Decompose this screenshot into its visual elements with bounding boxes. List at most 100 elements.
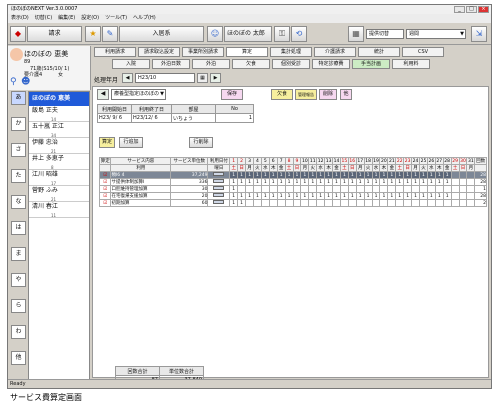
tab-top-1[interactable]: 請求取込設定 [138,47,180,57]
day-header[interactable]: 23 [403,157,413,165]
day-cell[interactable] [237,185,247,193]
day-cell[interactable]: 1 [411,178,420,186]
menu-settings[interactable]: 設定(O) [81,15,99,21]
day-cell[interactable] [316,199,326,207]
day-cell[interactable]: 1 [324,171,334,179]
day-cell[interactable] [426,185,436,193]
day-cell[interactable]: 1 [332,171,341,179]
day-cell[interactable]: 1 [276,192,286,200]
day-cell[interactable]: 1 [276,171,286,179]
day-cell[interactable]: 1 [332,178,341,186]
day-header[interactable]: 5 [260,157,270,165]
day-header[interactable]: 14 [332,157,341,165]
list-item[interactable]: 菅野 ふみ 21 [29,186,89,202]
close-button[interactable]: × [478,6,489,13]
day-cell[interactable]: 1 [371,171,381,179]
day-cell[interactable]: 1 [292,171,302,179]
day-cell[interactable] [379,199,389,207]
add-row-button[interactable]: 行追加 [119,137,143,148]
day-cell[interactable]: 1 [276,178,286,186]
day-cell[interactable]: 1 [237,178,247,186]
day-cell[interactable]: 1 [403,171,413,179]
day-cell[interactable]: 1 [419,178,428,186]
day-cell[interactable] [403,185,413,193]
day-cell[interactable] [300,185,310,193]
day-cell[interactable] [332,185,341,193]
day-cell[interactable] [260,199,270,207]
star-icon[interactable]: ★ [85,26,101,42]
santei-checkbox[interactable]: ☑ [98,185,112,193]
day-cell[interactable]: 1 [379,178,389,186]
day-header[interactable]: 8 [284,157,294,165]
day-cell[interactable]: 1 [347,178,357,186]
day-cell[interactable] [387,199,397,207]
refresh-icon[interactable]: ⟲ [291,26,307,42]
day-bar-cell[interactable] [207,185,231,193]
service-name[interactable]: サ提供体制加算Ⅰ [110,178,172,186]
office-select[interactable]: 週間 ▼ [406,29,466,39]
day-header[interactable]: 26 [426,157,436,165]
day-cell[interactable] [450,192,460,200]
tab-top-6[interactable]: 統計 [358,47,400,57]
day-header[interactable]: 2 [237,157,247,165]
kana-button-4[interactable]: な [11,195,26,209]
day-cell[interactable]: 1 [252,171,262,179]
day-cell[interactable]: 1 [371,192,381,200]
day-bar-cell[interactable] [207,178,231,186]
day-cell[interactable]: 1 [324,178,334,186]
tab-sub-3[interactable]: 欠食 [232,59,270,69]
save-button[interactable]: 保存 [221,89,243,100]
day-cell[interactable]: 1 [371,178,381,186]
day-header[interactable]: 16 [347,157,357,165]
day-cell[interactable]: 1 [387,192,397,200]
day-cell[interactable] [442,185,452,193]
day-cell[interactable]: 1 [229,178,239,186]
day-cell[interactable]: 1 [229,192,239,200]
table-row[interactable]: ☑ 在宅復帰支援加算 20 1 1 1 1 1 1 1 1 1 1 1 1 1 1 1 1 1 1 1 1 1 1 1 1 1 1 1 1 2… [98,192,487,200]
back-icon[interactable]: ◆ [10,26,26,42]
day-cell[interactable] [450,171,460,179]
kana-button-7[interactable]: や [11,273,26,287]
day-cell[interactable]: 1 [347,171,357,179]
tab-top-7[interactable]: CSV [402,47,444,57]
minimize-button[interactable]: _ [454,6,465,13]
santei-checkbox[interactable]: ☑ [98,192,112,200]
day-header[interactable]: 12 [316,157,326,165]
day-cell[interactable] [363,185,373,193]
day-cell[interactable]: 1 [395,178,405,186]
day-cell[interactable] [260,185,270,193]
day-cell[interactable] [347,185,357,193]
table-row[interactable]: ☑ サ提供体制加算Ⅰ 336 1 1 1 1 1 1 1 1 1 1 1 1 1 1 1 1 1 1 1 1 1 1 1 1 1 1 1 1… [98,178,487,186]
day-cell[interactable]: 1 [308,178,318,186]
day-cell[interactable] [434,199,444,207]
day-header[interactable]: 17 [355,157,365,165]
day-cell[interactable] [371,185,381,193]
tab-top-0[interactable]: 利用請求 [94,47,136,57]
day-header[interactable]: 19 [371,157,381,165]
menu-edit[interactable]: 編集(E) [58,15,75,21]
tab-sub-5[interactable]: 特定診療費 [312,59,350,69]
day-cell[interactable] [355,185,365,193]
day-cell[interactable]: 1 [419,192,428,200]
day-header[interactable]: 11 [308,157,318,165]
day-cell[interactable] [458,178,468,186]
period-no[interactable]: 1 [215,113,254,123]
day-cell[interactable] [466,192,476,200]
tab-sub-0[interactable]: 入院 [112,59,150,69]
day-cell[interactable]: 1 [411,171,420,179]
day-cell[interactable]: 1 [363,171,373,179]
list-item[interactable]: 伊藤 忠治 21 [29,138,89,154]
day-cell[interactable]: 1 [245,192,254,200]
day-cell[interactable] [339,199,349,207]
day-cell[interactable] [324,199,334,207]
tab-top-4[interactable]: 集計処理 [270,47,312,57]
tab-sub-2[interactable]: 外泊 [192,59,230,69]
table-row[interactable]: ☑ 類Ⅰ6 4 37,249 1 1 1 1 1 1 1 1 1 1 1 1 1 1 1 1 1 1 1 1 1 1 1 1 1 1 1 1… [98,171,487,179]
day-cell[interactable] [363,199,373,207]
day-cell[interactable]: 1 [268,192,278,200]
day-cell[interactable] [292,185,302,193]
service-name[interactable]: 口腔維持管理加算 [110,185,172,193]
day-cell[interactable]: 1 [379,171,389,179]
day-cell[interactable] [387,185,397,193]
day-cell[interactable] [466,171,476,179]
